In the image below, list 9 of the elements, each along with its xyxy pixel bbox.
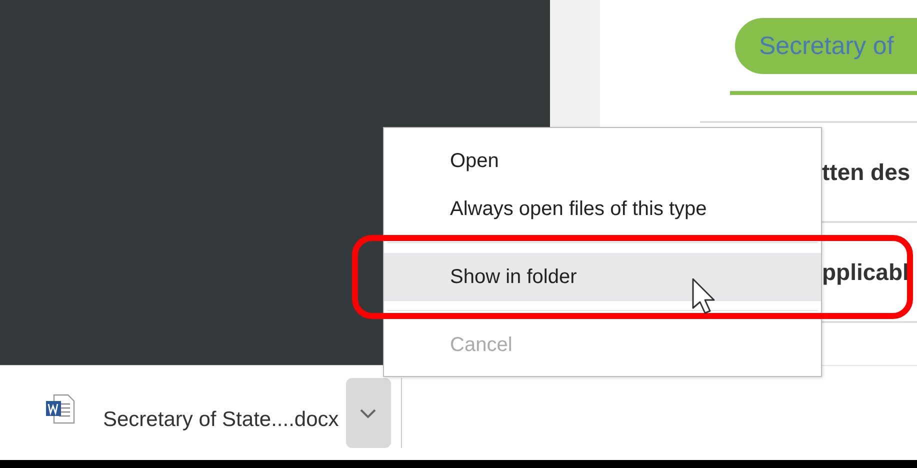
row-heading: pplicabl: [822, 258, 909, 286]
menu-item[interactable]: Show in folder: [384, 253, 821, 301]
row-heading: tten des: [822, 158, 910, 186]
menu-item[interactable]: Always open files of this type: [384, 185, 821, 233]
cursor-icon: [692, 278, 716, 315]
menu-item[interactable]: Open: [384, 137, 821, 185]
dropdown-button[interactable]: [346, 378, 391, 448]
chevron-icon: [359, 407, 378, 419]
file-name[interactable]: Secretary of State....docx: [103, 408, 339, 432]
